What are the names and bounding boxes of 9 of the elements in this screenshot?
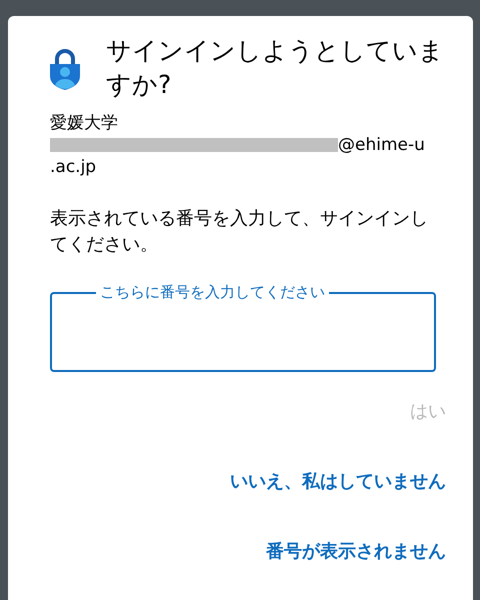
dialog-title: サインインしようとしていますか? [106,35,445,101]
account-email: .ac.jp [50,156,96,178]
action-button[interactable]: 番号が表示されません [266,540,446,564]
account-email: @ehime-u [338,134,425,156]
field-label: こちらに番号を入力してください [96,282,329,302]
organization-name: 愛媛大学 [50,112,119,134]
action-button[interactable]: いいえ、私はしていません [230,470,446,494]
lock-person-icon [48,48,82,90]
instruction-text: 表示されている番号を入力して、サインインしてください。 [50,207,429,257]
